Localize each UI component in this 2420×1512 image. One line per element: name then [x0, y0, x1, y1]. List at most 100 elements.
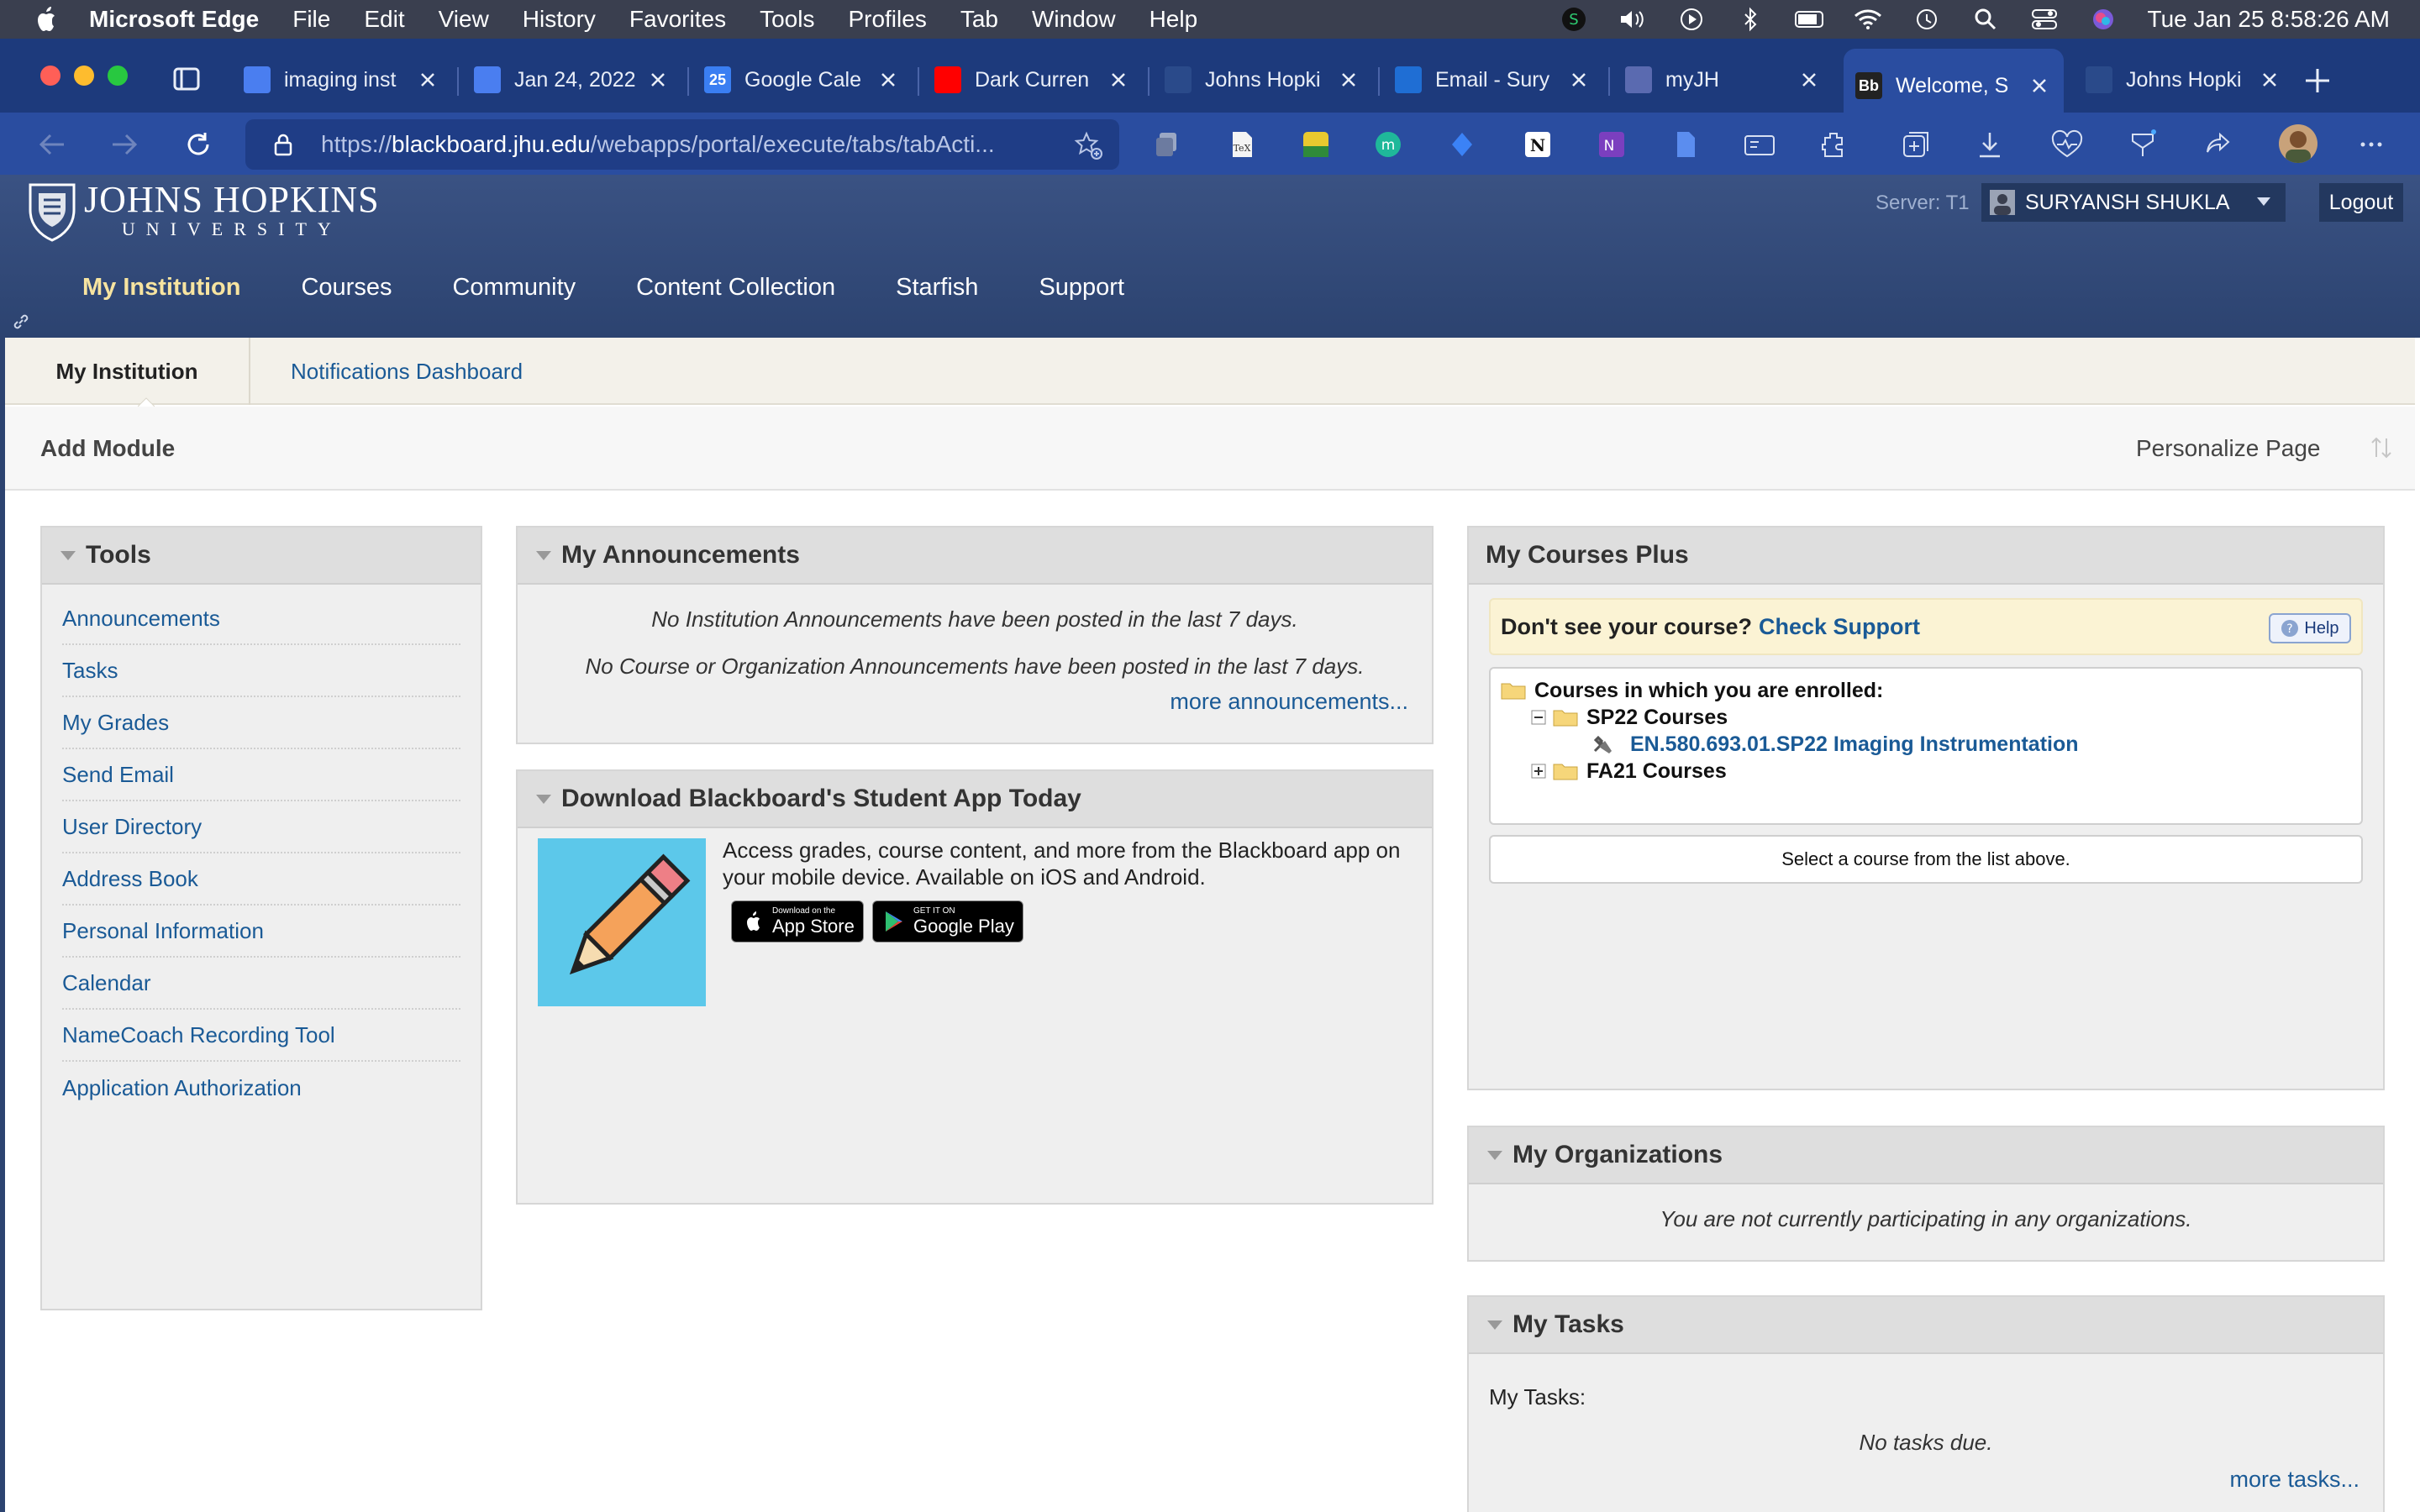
more-tasks-link[interactable]: more tasks... — [2229, 1467, 2360, 1493]
menu-tools[interactable]: Tools — [760, 6, 814, 33]
tasks-module-header[interactable]: My Tasks — [1469, 1297, 2383, 1354]
menu-profiles[interactable]: Profiles — [848, 6, 926, 33]
browser-tab[interactable]: Bb Welcome, S — [1844, 49, 2064, 123]
bluetooth-icon[interactable] — [1736, 5, 1765, 34]
skype-icon[interactable]: S — [1560, 5, 1588, 34]
app-store-badge[interactable]: Download on the App Store — [731, 900, 864, 942]
browser-tab[interactable]: Dark Curren — [923, 49, 1143, 111]
nav-support[interactable]: Support — [1039, 274, 1124, 302]
menu-edit[interactable]: Edit — [364, 6, 404, 33]
extension-doc-icon[interactable] — [1670, 129, 1701, 160]
menu-window[interactable]: Window — [1032, 6, 1116, 33]
onenote-icon[interactable]: N — [1597, 129, 1627, 160]
extension-tex-icon[interactable]: TeX — [1227, 129, 1257, 160]
profile-avatar[interactable] — [2279, 124, 2317, 163]
address-bar[interactable]: https://blackboard.jhu.edu/webapps/porta… — [245, 119, 1119, 170]
expand-plus-icon[interactable] — [1531, 764, 1546, 779]
collapse-minus-icon[interactable] — [1531, 710, 1546, 725]
tool-link[interactable]: Application Authorization — [62, 1062, 460, 1114]
nav-content-collection[interactable]: Content Collection — [636, 274, 835, 302]
menu-file[interactable]: File — [292, 6, 330, 33]
play-icon[interactable] — [1677, 5, 1706, 34]
tool-link[interactable]: Announcements — [62, 593, 460, 645]
menu-history[interactable]: History — [523, 6, 596, 33]
close-tab-icon[interactable] — [2257, 67, 2282, 92]
courses-plus-module-header[interactable]: My Courses Plus — [1469, 528, 2383, 585]
close-tab-icon[interactable] — [1106, 67, 1131, 92]
tab-my-institution[interactable]: My Institution — [5, 338, 250, 405]
menu-help[interactable]: Help — [1150, 6, 1198, 33]
fullscreen-window-button[interactable] — [108, 66, 128, 86]
forward-arrow-icon[interactable] — [108, 128, 141, 161]
google-play-badge[interactable]: GET IT ON Google Play — [872, 900, 1023, 942]
time-machine-icon[interactable] — [1912, 5, 1941, 34]
organizations-module-header[interactable]: My Organizations — [1469, 1127, 2383, 1184]
close-tab-icon[interactable] — [1797, 67, 1822, 92]
help-button[interactable]: ? Help — [2269, 613, 2351, 643]
spotlight-search-icon[interactable] — [1971, 5, 2000, 34]
more-menu-icon[interactable] — [2356, 129, 2386, 160]
browser-tab[interactable]: Johns Hopki — [2074, 49, 2294, 111]
apple-menu-icon[interactable] — [30, 0, 64, 39]
close-tab-icon[interactable] — [1336, 67, 1361, 92]
app-name-menu[interactable]: Microsoft Edge — [89, 6, 259, 33]
collapse-caret-icon[interactable] — [534, 549, 553, 562]
more-announcements-link[interactable]: more announcements... — [1170, 689, 1408, 715]
control-center-icon[interactable] — [2030, 5, 2059, 34]
add-module-button[interactable]: Add Module — [40, 407, 175, 491]
tab-notifications-dashboard[interactable]: Notifications Dashboard — [291, 338, 523, 405]
siri-icon[interactable] — [2089, 5, 2118, 34]
close-tab-icon[interactable] — [876, 67, 901, 92]
close-tab-icon[interactable] — [645, 67, 671, 92]
announcements-module-header[interactable]: My Announcements — [518, 528, 1432, 585]
reload-icon[interactable] — [182, 128, 215, 161]
tool-link[interactable]: Send Email — [62, 749, 460, 801]
lock-icon[interactable] — [271, 132, 296, 157]
fa21-folder-row[interactable]: FA21 Courses — [1531, 758, 1727, 785]
collapse-caret-icon[interactable] — [1486, 1148, 1504, 1162]
new-tab-icon[interactable] — [2301, 64, 2334, 97]
course-link-imaging-instrumentation[interactable]: EN.580.693.01.SP22 Imaging Instrumentati… — [1630, 732, 2079, 757]
menu-bar-clock[interactable]: Tue Jan 25 8:58:26 AM — [2148, 6, 2391, 33]
menu-view[interactable]: View — [439, 6, 489, 33]
tool-link[interactable]: Tasks — [62, 645, 460, 697]
browser-tab[interactable]: myJH — [1613, 49, 1833, 111]
browser-tab[interactable]: imaging inst — [232, 49, 452, 111]
notion-icon[interactable]: N — [1523, 129, 1553, 160]
tool-link[interactable]: Personal Information — [62, 906, 460, 958]
wifi-icon[interactable] — [1854, 5, 1882, 34]
nav-starfish[interactable]: Starfish — [896, 274, 978, 302]
performance-icon[interactable] — [2050, 129, 2083, 160]
minimize-window-button[interactable] — [74, 66, 94, 86]
collapse-caret-icon[interactable] — [59, 549, 77, 562]
extension-m-icon[interactable]: m — [1373, 129, 1403, 160]
tool-link[interactable]: Calendar — [62, 958, 460, 1010]
extension-diamond-icon[interactable] — [1447, 129, 1477, 160]
link-icon[interactable] — [12, 312, 30, 331]
logout-button[interactable]: Logout — [2319, 183, 2403, 222]
app-promo-module-header[interactable]: Download Blackboard's Student App Today — [518, 771, 1432, 828]
tool-link[interactable]: Address Book — [62, 853, 460, 906]
nav-my-institution[interactable]: My Institution — [82, 274, 240, 302]
menu-tab[interactable]: Tab — [960, 6, 998, 33]
extensions-puzzle-icon[interactable] — [1818, 129, 1849, 160]
tools-module-header[interactable]: Tools — [42, 528, 481, 585]
collapse-caret-icon[interactable] — [1486, 1318, 1504, 1331]
close-window-button[interactable] — [40, 66, 60, 86]
tool-link[interactable]: NameCoach Recording Tool — [62, 1010, 460, 1062]
tab-actions-icon[interactable] — [171, 64, 202, 94]
browser-tab[interactable]: 25 Google Cale — [692, 49, 913, 111]
share-icon[interactable] — [2203, 129, 2233, 160]
jhu-logo[interactable]: JOHNS HOPKINS UNIVERSITY — [25, 178, 380, 242]
nav-courses[interactable]: Courses — [301, 274, 392, 302]
course-row[interactable]: EN.580.693.01.SP22 Imaging Instrumentati… — [1591, 731, 2079, 758]
back-arrow-icon[interactable] — [35, 128, 69, 161]
close-tab-icon[interactable] — [1566, 67, 1591, 92]
nav-community[interactable]: Community — [452, 274, 576, 302]
close-tab-icon[interactable] — [2027, 73, 2052, 98]
collapse-caret-icon[interactable] — [534, 792, 553, 806]
tool-link[interactable]: User Directory — [62, 801, 460, 853]
sp22-folder-row[interactable]: SP22 Courses — [1531, 704, 1728, 731]
personalize-page-button[interactable]: Personalize Page — [2136, 407, 2320, 491]
close-tab-icon[interactable] — [415, 67, 440, 92]
